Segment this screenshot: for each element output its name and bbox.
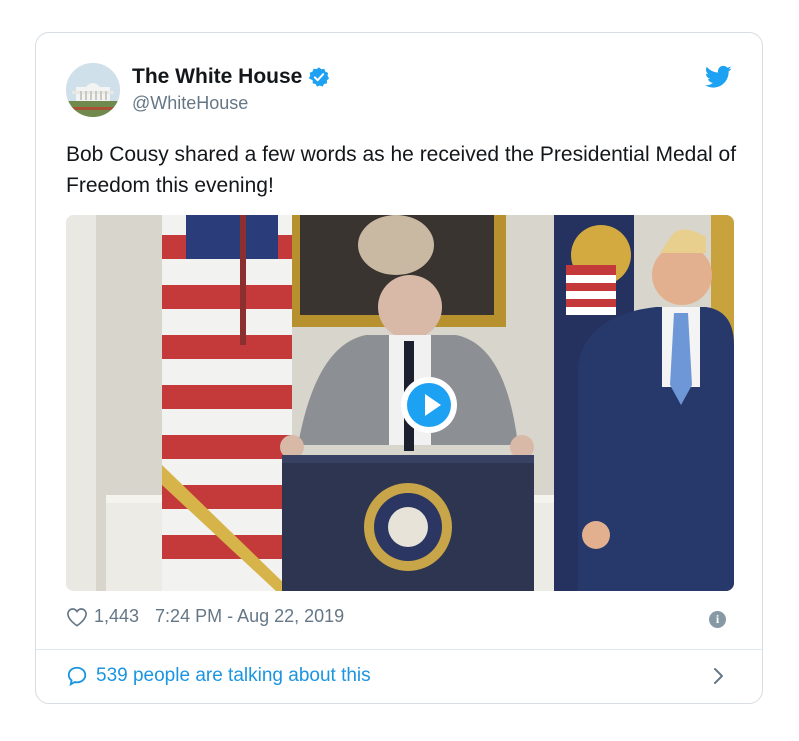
author-name[interactable]: The White House <box>132 65 302 89</box>
author-row: The White House <box>132 65 330 89</box>
play-button[interactable] <box>401 377 457 433</box>
verified-badge-icon <box>308 66 330 88</box>
divider <box>36 649 762 650</box>
white-house-avatar-icon <box>66 63 120 117</box>
speech-bubble-icon <box>66 665 88 687</box>
conversation-link[interactable]: 539 people are talking about this <box>66 665 371 687</box>
conversation-text: 539 people are talking about this <box>96 665 371 686</box>
avatar[interactable] <box>66 63 120 117</box>
author-handle[interactable]: @WhiteHouse <box>132 93 248 114</box>
tweet-timestamp[interactable]: 7:24 PM - Aug 22, 2019 <box>155 606 344 627</box>
video-thumbnail[interactable] <box>66 215 734 591</box>
video-still-image <box>66 215 734 591</box>
info-icon[interactable]: i <box>709 611 726 628</box>
tweet-card: The White House @WhiteHouse Bob Cousy sh… <box>35 32 763 704</box>
tweet-meta: 1,443 7:24 PM - Aug 22, 2019 <box>66 606 344 627</box>
chevron-right-icon[interactable] <box>712 665 726 687</box>
tweet-text: Bob Cousy shared a few words as he recei… <box>66 143 737 197</box>
twitter-bird-icon[interactable] <box>704 65 732 89</box>
heart-icon[interactable] <box>66 607 88 627</box>
like-count[interactable]: 1,443 <box>94 606 139 627</box>
